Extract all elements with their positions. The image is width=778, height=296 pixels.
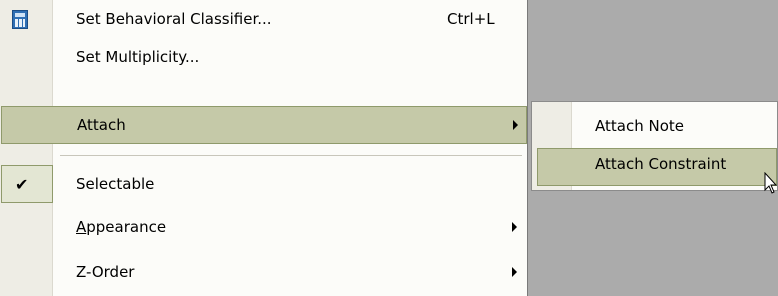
submenu-item-label: Attach Note: [595, 117, 684, 135]
calculator-icon: [12, 10, 28, 29]
menu-item-set-behavioral-classifier[interactable]: Set Behavioral Classifier... Ctrl+L: [0, 0, 527, 38]
menu-item-label: Z-Order: [76, 263, 135, 281]
submenu-arrow-icon: [512, 267, 517, 277]
checkmark-box: ✔: [1, 165, 53, 203]
menu-item-label: Set Multiplicity...: [76, 48, 200, 66]
attach-submenu: Attach Note Attach Constraint: [531, 101, 778, 191]
menu-item-z-order[interactable]: Z-Order: [0, 253, 527, 291]
menu-item-label: Attach: [77, 116, 126, 134]
menu-item-label: Appearance: [76, 208, 166, 246]
menu-item-label-rest: ppearance: [86, 218, 167, 236]
submenu-item-label: Attach Constraint: [595, 155, 727, 173]
menu-item-label: Selectable: [76, 175, 155, 193]
menu-item-appearance[interactable]: Appearance: [0, 208, 527, 246]
submenu-arrow-icon: [512, 222, 517, 232]
menu-item-attach[interactable]: Attach: [1, 106, 527, 144]
submenu-item-attach-constraint[interactable]: Attach Constraint: [537, 148, 777, 186]
menu-item-label: Set Behavioral Classifier...: [76, 10, 272, 28]
menu-item-shortcut: Ctrl+L: [447, 10, 495, 28]
menu-separator: [60, 155, 522, 156]
checkmark-icon: ✔: [15, 175, 29, 194]
menu-item-selectable[interactable]: ✔ Selectable: [0, 165, 527, 203]
menu-item-mnemonic: A: [76, 218, 87, 236]
submenu-arrow-icon: [513, 120, 518, 130]
context-menu: Set Behavioral Classifier... Ctrl+L Set …: [0, 0, 528, 296]
submenu-item-attach-note[interactable]: Attach Note: [532, 107, 777, 145]
mouse-pointer-icon: [764, 172, 778, 194]
menu-item-set-multiplicity[interactable]: Set Multiplicity...: [0, 38, 527, 76]
